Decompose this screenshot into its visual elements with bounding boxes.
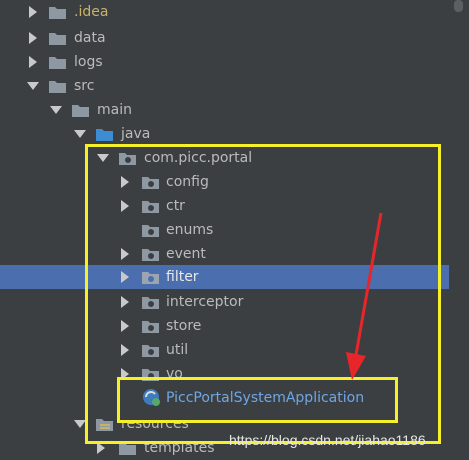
tree-item-src[interactable]: src	[0, 74, 469, 98]
tree-item-java[interactable]: java	[0, 122, 469, 146]
folder-icon	[48, 78, 68, 94]
tree-item-label: src	[74, 78, 95, 94]
tree-item-logs[interactable]: logs	[0, 50, 469, 74]
folder-icon	[48, 30, 68, 46]
chevron-right-icon[interactable]	[29, 32, 37, 44]
tree-item-label: .idea	[74, 4, 109, 20]
tree-item-label: logs	[74, 54, 103, 70]
tree-item-main[interactable]: main	[0, 98, 469, 122]
tree-item-label: data	[74, 30, 106, 46]
chevron-down-icon[interactable]	[74, 130, 86, 138]
scrollbar-thumb[interactable]	[454, 0, 463, 12]
tree-item-label: java	[121, 126, 151, 142]
chevron-right-icon[interactable]	[29, 56, 37, 68]
chevron-down-icon[interactable]	[27, 82, 39, 90]
folder-icon	[48, 4, 68, 20]
tree-item-label: main	[97, 102, 132, 118]
vertical-scrollbar[interactable]	[449, 0, 469, 460]
source-folder-icon	[95, 126, 115, 142]
application-highlight-box	[117, 377, 398, 423]
chevron-down-icon[interactable]	[50, 106, 62, 114]
watermark-text: https://blog.csdn.net/jiahao1186	[229, 432, 426, 448]
chevron-right-icon[interactable]	[29, 6, 37, 18]
tree-item-idea[interactable]: .idea	[0, 0, 469, 24]
folder-icon	[48, 54, 68, 70]
tree-item-data[interactable]: data	[0, 26, 469, 50]
folder-icon	[71, 102, 91, 118]
